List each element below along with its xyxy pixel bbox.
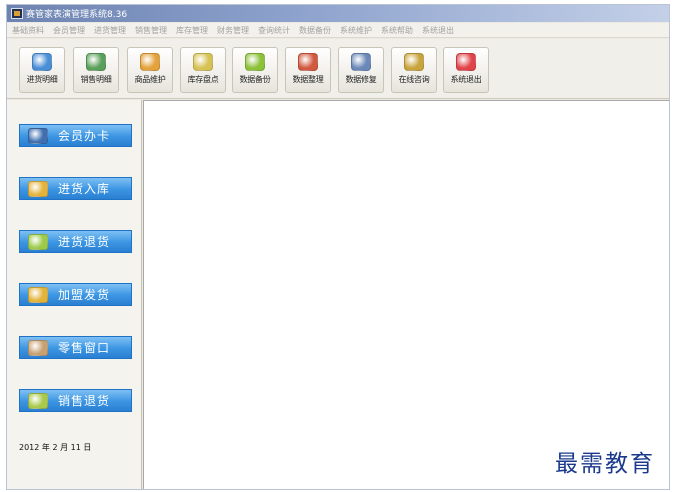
stock-check-button[interactable]: 库存盘点 xyxy=(180,47,226,93)
power-icon xyxy=(456,53,476,71)
window-title: 赛管家表演管理系统8.36 xyxy=(26,10,128,20)
member-card-button[interactable]: 会员办卡 xyxy=(19,124,132,147)
stock-in-button[interactable]: 进货入库 xyxy=(19,177,132,200)
sales-detail-button[interactable]: 销售明细 xyxy=(73,47,119,93)
data-organize-button[interactable]: 数据整理 xyxy=(285,47,331,93)
app-window: 赛管家表演管理系统8.36 基础资料 会员管理 进货管理 销售管理 库存管理 财… xyxy=(6,4,670,490)
menu-item-member[interactable]: 会员管理 xyxy=(53,25,85,36)
member-icon xyxy=(28,127,48,144)
menu-item-sales[interactable]: 销售管理 xyxy=(135,25,167,36)
stack-icon xyxy=(193,53,213,71)
menu-bar: 基础资料 会员管理 进货管理 销售管理 库存管理 财务管理 查询统计 数据备份 … xyxy=(7,23,669,38)
menu-item-inventory[interactable]: 库存管理 xyxy=(176,25,208,36)
data-repair-button[interactable]: 数据修复 xyxy=(338,47,384,93)
current-date: 2012 年 2 月 11 日 xyxy=(19,443,92,452)
menu-item-finance[interactable]: 财务管理 xyxy=(217,25,249,36)
retail-window-button[interactable]: 零售窗口 xyxy=(19,336,132,359)
shipment-icon xyxy=(28,286,48,303)
menu-item-query[interactable]: 查询统计 xyxy=(258,25,290,36)
box-icon xyxy=(140,53,160,71)
store-icon xyxy=(28,339,48,356)
main-content-area xyxy=(143,100,669,489)
return-icon xyxy=(28,233,48,250)
franchise-shipment-button[interactable]: 加盟发货 xyxy=(19,283,132,306)
folder-icon xyxy=(351,53,371,71)
purchase-detail-button[interactable]: 进货明细 xyxy=(19,47,65,93)
disc-icon xyxy=(245,53,265,71)
sidebar: 会员办卡 进货入库 进货退货 加盟发货 零售窗口 销售退货 2012 年 2 月… xyxy=(7,100,142,489)
sales-return-button[interactable]: 销售退货 xyxy=(19,389,132,412)
menu-item-backup[interactable]: 数据备份 xyxy=(299,25,331,36)
menu-item-purchase[interactable]: 进货管理 xyxy=(94,25,126,36)
purchase-return-button[interactable]: 进货退货 xyxy=(19,230,132,253)
folder-in-icon xyxy=(28,180,48,197)
menu-item-exit[interactable]: 系统退出 xyxy=(422,25,454,36)
gift-icon xyxy=(86,53,106,71)
app-logo-icon xyxy=(11,8,23,19)
chart-icon xyxy=(298,53,318,71)
product-maintenance-button[interactable]: 商品维护 xyxy=(127,47,173,93)
menu-item-maintenance[interactable]: 系统维护 xyxy=(340,25,372,36)
watermark-text: 最需教育 xyxy=(555,451,655,477)
notepad-icon xyxy=(404,53,424,71)
online-consult-button[interactable]: 在线咨询 xyxy=(391,47,437,93)
menu-item-basic-data[interactable]: 基础资料 xyxy=(12,25,44,36)
toolbar: 进货明细 销售明细 商品维护 库存盘点 数据备份 数据整理 数据修复 在线咨询 xyxy=(7,39,669,99)
system-exit-button[interactable]: 系统退出 xyxy=(443,47,489,93)
cash-icon xyxy=(28,392,48,409)
menu-item-help[interactable]: 系统帮助 xyxy=(381,25,413,36)
brush-icon xyxy=(32,53,52,71)
data-backup-button[interactable]: 数据备份 xyxy=(232,47,278,93)
title-bar: 赛管家表演管理系统8.36 xyxy=(7,5,669,22)
